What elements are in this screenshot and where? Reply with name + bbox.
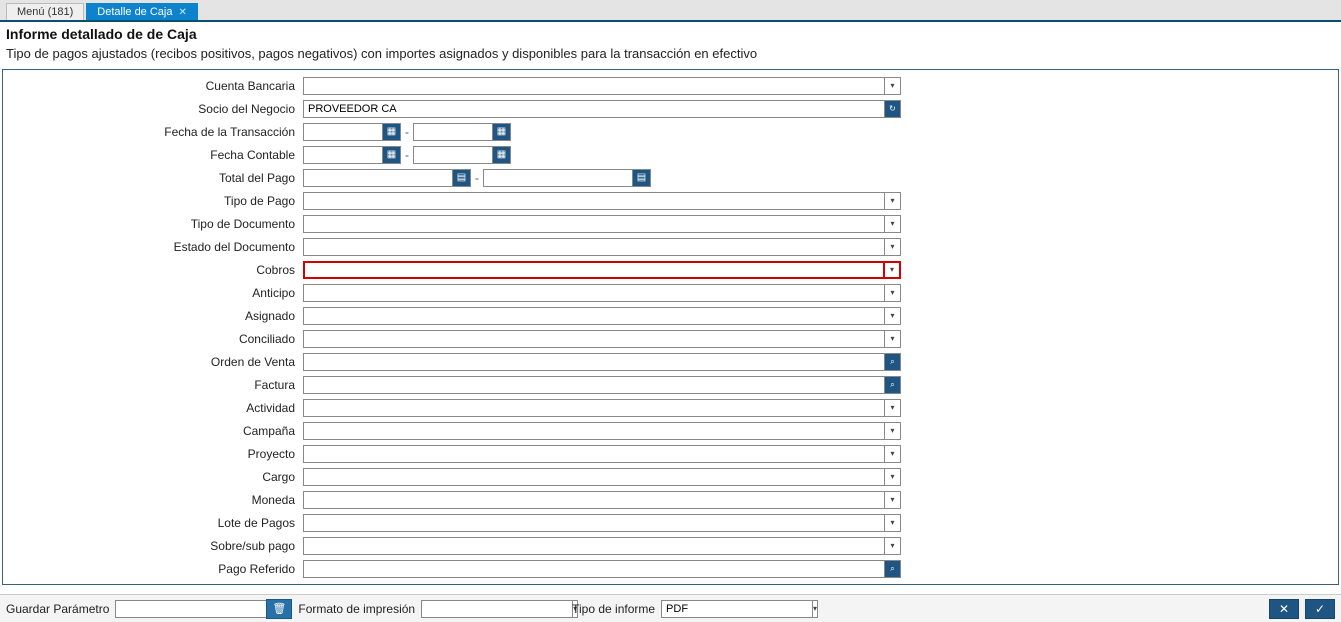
fecha-trans-to-input[interactable]	[413, 123, 493, 141]
chevron-down-icon[interactable]: ▾	[885, 238, 901, 256]
label-pago-referido: Pago Referido	[3, 562, 303, 576]
label-cobros: Cobros	[3, 263, 303, 277]
label-tipo-pago: Tipo de Pago	[3, 194, 303, 208]
calendar-icon[interactable]: ▦	[383, 123, 401, 141]
asignado-input[interactable]	[303, 307, 885, 325]
chevron-down-icon[interactable]: ▾	[885, 422, 901, 440]
orden-venta-input[interactable]	[303, 353, 885, 371]
fecha-cont-to-input[interactable]	[413, 146, 493, 164]
fecha-trans-from-input[interactable]	[303, 123, 383, 141]
label-orden-venta: Orden de Venta	[3, 355, 303, 369]
chevron-down-icon[interactable]: ▾	[885, 537, 901, 555]
lote-pagos-input[interactable]	[303, 514, 885, 532]
calendar-icon[interactable]: ▦	[493, 123, 511, 141]
chevron-down-icon[interactable]: ▾	[885, 77, 901, 95]
conciliado-input[interactable]	[303, 330, 885, 348]
tipo-pago-input[interactable]	[303, 192, 885, 210]
label-tipo-informe: Tipo de informe	[572, 602, 655, 616]
tipo-informe-input[interactable]	[661, 600, 813, 618]
tab-menu[interactable]: Menú (181)	[6, 3, 84, 20]
tab-detalle-label: Detalle de Caja	[97, 6, 172, 18]
label-asignado: Asignado	[3, 309, 303, 323]
chevron-down-icon[interactable]: ▾	[885, 399, 901, 417]
guardar-parametro-input[interactable]	[115, 600, 267, 618]
label-campana: Campaña	[3, 424, 303, 438]
total-pago-from-input[interactable]	[303, 169, 453, 187]
label-anticipo: Anticipo	[3, 286, 303, 300]
chevron-down-icon[interactable]: ▾	[885, 468, 901, 486]
moneda-input[interactable]	[303, 491, 885, 509]
lookup-icon[interactable]: ⌕	[885, 353, 901, 371]
chevron-down-icon[interactable]: ▾	[885, 445, 901, 463]
label-estado-documento: Estado del Documento	[3, 240, 303, 254]
campana-input[interactable]	[303, 422, 885, 440]
chevron-down-icon[interactable]: ▾	[885, 491, 901, 509]
chevron-down-icon[interactable]: ▾	[885, 284, 901, 302]
chevron-down-icon[interactable]: ▾	[885, 215, 901, 233]
fecha-cont-from-input[interactable]	[303, 146, 383, 164]
cuenta-bancaria-input[interactable]	[303, 77, 885, 95]
calendar-icon[interactable]: ▦	[493, 146, 511, 164]
label-socio-negocio: Socio del Negocio	[3, 102, 303, 116]
label-tipo-documento: Tipo de Documento	[3, 217, 303, 231]
chevron-down-icon[interactable]: ▾	[813, 600, 818, 618]
tipo-documento-input[interactable]	[303, 215, 885, 233]
label-cargo: Cargo	[3, 470, 303, 484]
cargo-input[interactable]	[303, 468, 885, 486]
lookup-icon[interactable]: ⌕	[885, 560, 901, 578]
total-pago-to-input[interactable]	[483, 169, 633, 187]
footer-toolbar: Guardar Parámetro ▾ 🗑 Formato de impresi…	[0, 594, 1341, 622]
label-actividad: Actividad	[3, 401, 303, 415]
label-guardar-parametro: Guardar Parámetro	[6, 602, 109, 616]
anticipo-input[interactable]	[303, 284, 885, 302]
calendar-icon[interactable]: ▦	[383, 146, 401, 164]
estado-documento-input[interactable]	[303, 238, 885, 256]
delete-button[interactable]: 🗑	[266, 599, 292, 619]
form-scroll-area[interactable]: Cuenta Bancaria ▾ Socio del Negocio ↻ Fe…	[2, 69, 1339, 585]
calculator-icon[interactable]: ▤	[453, 169, 471, 187]
refresh-icon[interactable]: ↻	[885, 100, 901, 118]
page-subtitle: Tipo de pagos ajustados (recibos positiv…	[0, 44, 1341, 67]
calculator-icon[interactable]: ▤	[633, 169, 651, 187]
chevron-down-icon[interactable]: ▾	[885, 330, 901, 348]
close-icon[interactable]: ✕	[178, 7, 186, 18]
proyecto-input[interactable]	[303, 445, 885, 463]
label-moneda: Moneda	[3, 493, 303, 507]
label-formato-impresion: Formato de impresión	[298, 602, 415, 616]
chevron-down-icon[interactable]: ▾	[885, 514, 901, 532]
cancel-button[interactable]: ✕	[1269, 599, 1299, 619]
page-title: Informe detallado de de Caja	[0, 22, 1341, 44]
chevron-down-icon[interactable]: ▾	[885, 192, 901, 210]
label-lote-pagos: Lote de Pagos	[3, 516, 303, 530]
cobros-input[interactable]	[303, 261, 885, 279]
label-total-pago: Total del Pago	[3, 171, 303, 185]
lookup-icon[interactable]: ⌕	[885, 376, 901, 394]
formato-impresion-input[interactable]	[421, 600, 573, 618]
tab-detalle-caja[interactable]: Detalle de Caja ✕	[86, 3, 198, 20]
label-proyecto: Proyecto	[3, 447, 303, 461]
label-cuenta-bancaria: Cuenta Bancaria	[3, 79, 303, 93]
pago-referido-input[interactable]	[303, 560, 885, 578]
actividad-input[interactable]	[303, 399, 885, 417]
label-fecha-transaccion: Fecha de la Transacción	[3, 125, 303, 139]
socio-negocio-input[interactable]	[303, 100, 885, 118]
label-fecha-contable: Fecha Contable	[3, 148, 303, 162]
tab-bar: Menú (181) Detalle de Caja ✕	[0, 0, 1341, 22]
chevron-down-icon[interactable]: ▾	[885, 261, 901, 279]
tab-menu-label: Menú (181)	[17, 6, 73, 18]
sobre-sub-pago-input[interactable]	[303, 537, 885, 555]
ok-button[interactable]: ✓	[1305, 599, 1335, 619]
factura-input[interactable]	[303, 376, 885, 394]
label-factura: Factura	[3, 378, 303, 392]
label-sobre-sub-pago: Sobre/sub pago	[3, 539, 303, 553]
label-conciliado: Conciliado	[3, 332, 303, 346]
chevron-down-icon[interactable]: ▾	[885, 307, 901, 325]
